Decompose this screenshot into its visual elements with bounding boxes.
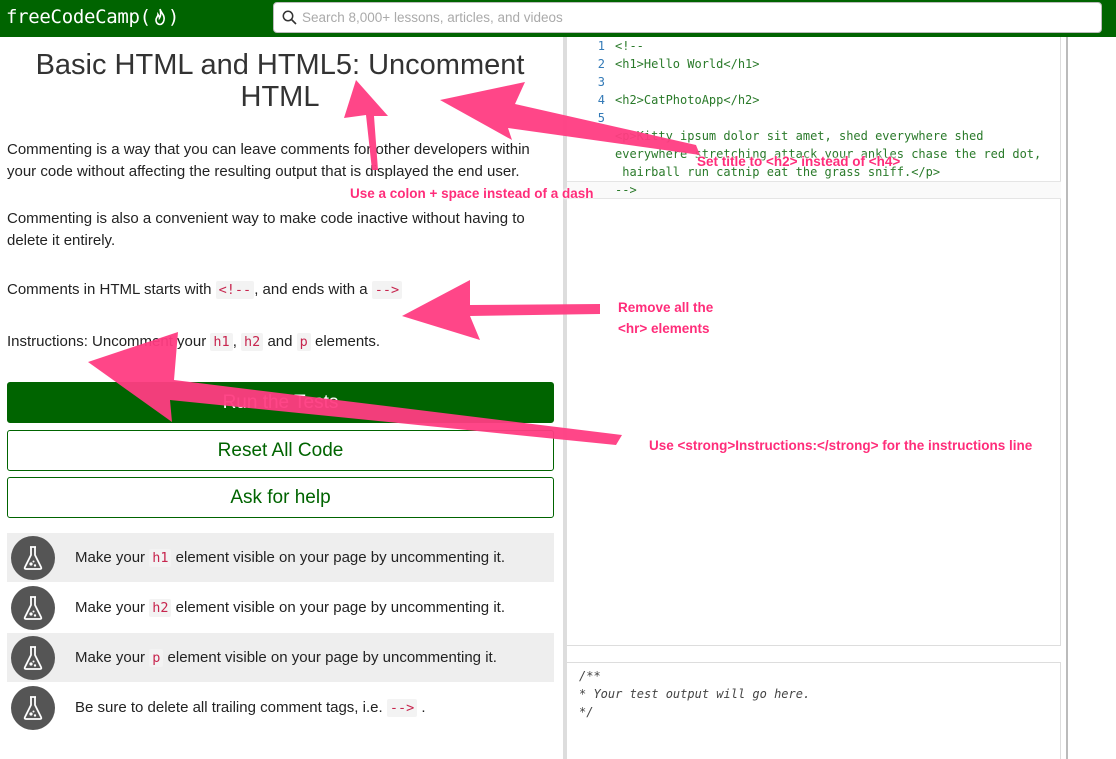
test-status-icon [11,535,55,580]
line-number: 5 [597,111,605,125]
flask-icon [23,595,43,620]
annotation-colon: Use a colon + space instead of a dash [350,186,594,201]
flask-icon [23,545,43,570]
challenge-pane: Basic HTML and HTML5: Uncomment HTML Com… [0,37,562,759]
test-row: Be sure to delete all trailing comment t… [7,683,554,732]
horizontal-splitter[interactable] [567,645,1061,663]
test-row: Make your h1 element visible on your pag… [7,533,554,582]
test-description: Be sure to delete all trailing comment t… [75,699,426,717]
flame-icon [155,8,165,26]
inline-code: h2 [241,333,264,351]
test-row: Make your p element visible on your page… [7,633,554,682]
ask-for-help-button[interactable]: Ask for help [7,477,554,518]
code-line[interactable]: --> [567,181,1061,199]
code-line[interactable]: 5 [567,109,1061,127]
instructions-paragraph: Instructions: Uncomment your h1, h2 and … [7,333,381,351]
description-paragraph-2: Commenting is also a convenient way to m… [7,210,525,249]
search-box[interactable] [273,2,1102,33]
test-row: Make your h2 element visible on your pag… [7,583,554,632]
inline-code: <!-- [215,281,255,299]
inline-code: p [149,649,164,667]
code-text: <h2>CatPhotoApp</h2> [615,93,760,107]
brand-text: freeCodeCamp( [6,6,151,28]
line-number: 4 [597,93,605,107]
test-status-icon [11,635,55,680]
code-text: <h1>Hello World</h1> [615,57,760,71]
annotation-strong: Use <strong>Instructions:</strong> for t… [649,438,1033,453]
test-description: Make your h1 element visible on your pag… [75,549,505,567]
search-input[interactable] [302,10,1062,25]
inline-code: --> [386,699,418,717]
annotation-hr-line-1: Remove all the [618,300,714,315]
inline-code: h1 [210,333,233,351]
preview-pane [1066,37,1116,759]
code-line[interactable]: <p>Kitty ipsum dolor sit amet, shed ever… [567,127,1061,145]
run-tests-button[interactable]: Run the Tests [7,382,554,423]
brand-logo[interactable]: freeCodeCamp( ) [6,6,179,28]
navbar: freeCodeCamp( ) [0,0,1116,37]
code-line[interactable]: 3 [567,73,1061,91]
code-line[interactable]: 1 <!-- [567,37,1061,55]
test-description: Make your p element visible on your page… [75,649,497,667]
flask-icon [23,695,43,720]
test-output: /** * Your test output will go here. */ [567,663,1061,759]
code-line[interactable]: 2 <h1>Hello World</h1> [567,55,1061,73]
code-line[interactable]: 4 <h2>CatPhotoApp</h2> [567,91,1061,109]
reset-code-button[interactable]: Reset All Code [7,430,554,471]
test-status-icon [11,685,55,730]
inline-code: h2 [149,599,172,617]
test-description: Make your h2 element visible on your pag… [75,599,505,617]
brand-text-end: ) [167,6,179,28]
annotation-hr-line-2: <hr> elements [618,321,710,336]
line-number: 2 [597,57,605,71]
search-icon [282,10,297,25]
description-paragraph-1: Commenting is a way that you can leave c… [7,141,530,180]
code-text: <p>Kitty ipsum dolor sit amet, shed ever… [615,129,984,143]
annotation-title: Set title to <h2> instead of <h4> [697,154,901,169]
line-number: 3 [597,75,605,89]
inline-code: h1 [149,549,172,567]
test-status-icon [11,585,55,630]
line-number: 1 [597,39,605,53]
flask-icon [23,645,43,670]
code-editor[interactable]: 1 <!-- 2 <h1>Hello World</h1> 3 4 <h2>CatPhoto… [567,37,1061,645]
code-text: <!-- [615,39,644,53]
inline-code: p [296,333,311,351]
inline-code: --> [371,281,403,299]
challenge-title: Basic HTML and HTML5: Uncomment HTML [35,49,525,113]
code-text: --> [615,183,637,197]
description-paragraph-3: Comments in HTML starts with <!--, and e… [7,279,557,301]
